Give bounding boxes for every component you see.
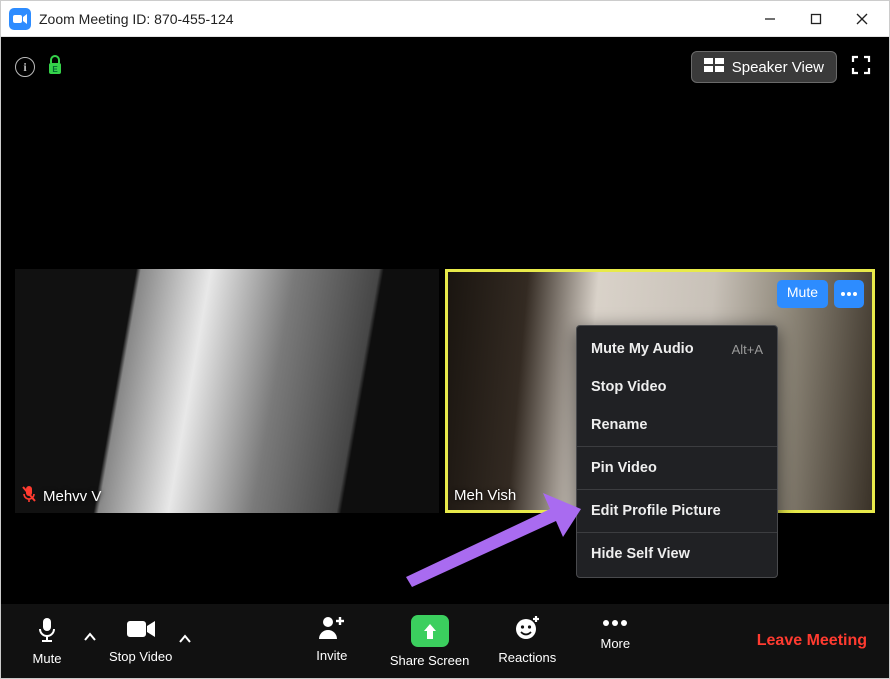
window-controls [747, 4, 885, 34]
fullscreen-button[interactable] [847, 51, 875, 84]
tile-context-menu: Mute My Audio Alt+A Stop Video Rename Pi… [576, 325, 778, 578]
app-window: Zoom Meeting ID: 870-455-124 i E [0, 0, 890, 679]
annotation-arrow [406, 487, 586, 592]
ctx-rename[interactable]: Rename [577, 406, 777, 444]
leave-meeting-button[interactable]: Leave Meeting [757, 632, 873, 650]
camera-icon [126, 618, 156, 643]
ctx-separator [577, 489, 777, 490]
zoom-app-icon [9, 8, 31, 30]
meeting-area: i E Speaker View [1, 37, 889, 604]
ctx-item-label: Stop Video [591, 379, 666, 395]
toolbar-label: Reactions [498, 650, 556, 665]
ctx-stop-video[interactable]: Stop Video [577, 368, 777, 406]
reactions-icon [514, 615, 540, 644]
ctx-item-shortcut: Alt+A [732, 342, 763, 357]
toolbar-stop-video-button[interactable]: Stop Video [109, 618, 172, 664]
toolbar-label: More [601, 636, 631, 651]
info-icon[interactable]: i [15, 57, 35, 77]
meeting-toolbar: Mute Stop Video Invite [1, 604, 889, 678]
close-button[interactable] [839, 4, 885, 34]
ctx-item-label: Edit Profile Picture [591, 503, 721, 519]
mic-muted-icon [21, 485, 37, 507]
ctx-edit-profile-picture[interactable]: Edit Profile Picture [577, 492, 777, 530]
window-title: Zoom Meeting ID: 870-455-124 [39, 11, 747, 27]
toolbar-more-button[interactable]: More [585, 615, 645, 651]
more-icon [602, 615, 628, 630]
toolbar-label: Invite [316, 648, 347, 663]
toolbar-label: Stop Video [109, 649, 172, 664]
chevron-up-icon[interactable] [83, 630, 97, 645]
gallery-icon [704, 58, 724, 76]
speaker-view-button[interactable]: Speaker View [691, 51, 837, 83]
svg-text:E: E [52, 65, 58, 74]
toolbar-label: Mute [33, 651, 62, 666]
speaker-view-label: Speaker View [732, 59, 824, 76]
ctx-mute-my-audio[interactable]: Mute My Audio Alt+A [577, 330, 777, 368]
share-screen-icon [411, 615, 449, 647]
minimize-button[interactable] [747, 4, 793, 34]
ctx-pin-video[interactable]: Pin Video [577, 449, 777, 487]
tile-options-button[interactable] [834, 280, 864, 308]
ctx-separator [577, 532, 777, 533]
ctx-item-label: Mute My Audio [591, 341, 694, 357]
toolbar-label: Share Screen [390, 653, 470, 668]
ctx-separator [577, 446, 777, 447]
participant-name: Mehvv V [43, 488, 101, 505]
toolbar-mute-button[interactable]: Mute [17, 616, 77, 666]
encryption-lock-icon[interactable]: E [47, 55, 63, 80]
ctx-item-label: Pin Video [591, 460, 657, 476]
toolbar-invite-button[interactable]: Invite [302, 615, 362, 663]
ctx-hide-self-view[interactable]: Hide Self View [577, 535, 777, 573]
chevron-up-icon[interactable] [178, 632, 192, 647]
ctx-item-label: Hide Self View [591, 546, 690, 562]
toolbar-reactions-button[interactable]: Reactions [497, 615, 557, 665]
video-feed [15, 269, 439, 513]
mic-icon [35, 616, 59, 645]
meeting-top-bar: i E Speaker View [1, 37, 889, 97]
participant-tile[interactable]: Mehvv V [15, 269, 439, 513]
toolbar-share-screen-button[interactable]: Share Screen [390, 615, 470, 668]
invite-icon [318, 615, 346, 642]
maximize-button[interactable] [793, 4, 839, 34]
participant-name-chip: Mehvv V [21, 485, 101, 507]
titlebar[interactable]: Zoom Meeting ID: 870-455-124 [1, 1, 889, 37]
mute-pill-button[interactable]: Mute [777, 280, 828, 308]
ctx-item-label: Rename [591, 417, 647, 433]
